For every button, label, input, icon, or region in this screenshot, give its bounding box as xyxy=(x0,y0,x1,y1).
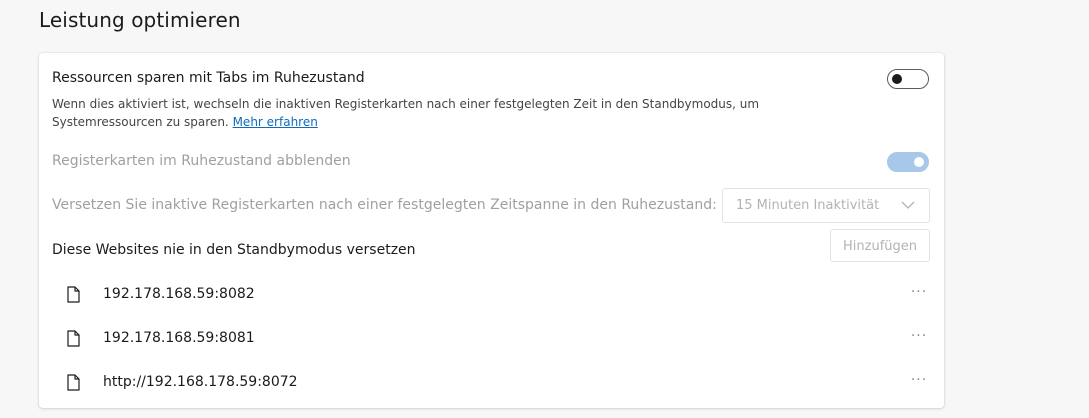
list-item: http://192.168.178.59:8072 ··· xyxy=(52,361,932,405)
site-url: 192.178.168.59:8082 xyxy=(103,286,255,302)
description-text: Wenn dies aktiviert ist, wechseln die in… xyxy=(52,97,760,129)
fade-tabs-label: Registerkarten im Ruhezustand abblenden xyxy=(52,153,351,169)
exclusions-title: Diese Websites nie in den Standbymodus v… xyxy=(52,242,416,258)
sleeping-tabs-toggle[interactable] xyxy=(887,69,929,89)
more-options-icon[interactable]: ··· xyxy=(906,281,932,305)
toggle-knob xyxy=(914,157,924,167)
toggle-knob xyxy=(892,74,902,84)
fade-tabs-toggle[interactable] xyxy=(887,152,929,172)
file-icon xyxy=(67,286,80,303)
sleeping-tabs-title: Ressourcen sparen mit Tabs im Ruhezustan… xyxy=(52,70,365,86)
file-icon xyxy=(67,330,80,347)
learn-more-link[interactable]: Mehr erfahren xyxy=(233,115,318,129)
timeout-select[interactable]: 15 Minuten Inaktivität xyxy=(722,188,930,223)
file-icon xyxy=(67,374,80,391)
timeout-selected-value: 15 Minuten Inaktivität xyxy=(736,198,880,213)
sleeping-tabs-description: Wenn dies aktiviert ist, wechseln die in… xyxy=(52,95,872,131)
more-options-icon[interactable]: ··· xyxy=(906,325,932,349)
timeout-label: Versetzen Sie inaktive Registerkarten na… xyxy=(52,197,717,213)
performance-card: Ressourcen sparen mit Tabs im Ruhezustan… xyxy=(39,53,944,408)
page-title: Leistung optimieren xyxy=(39,8,241,32)
more-options-icon[interactable]: ··· xyxy=(906,369,932,393)
list-item: 192.178.168.59:8081 ··· xyxy=(52,317,932,361)
chevron-down-icon xyxy=(901,201,915,209)
list-item: 192.178.168.59:8082 ··· xyxy=(52,273,932,317)
site-url: http://192.168.178.59:8072 xyxy=(103,374,298,390)
site-url: 192.178.168.59:8081 xyxy=(103,330,255,346)
add-site-button[interactable]: Hinzufügen xyxy=(830,229,930,262)
